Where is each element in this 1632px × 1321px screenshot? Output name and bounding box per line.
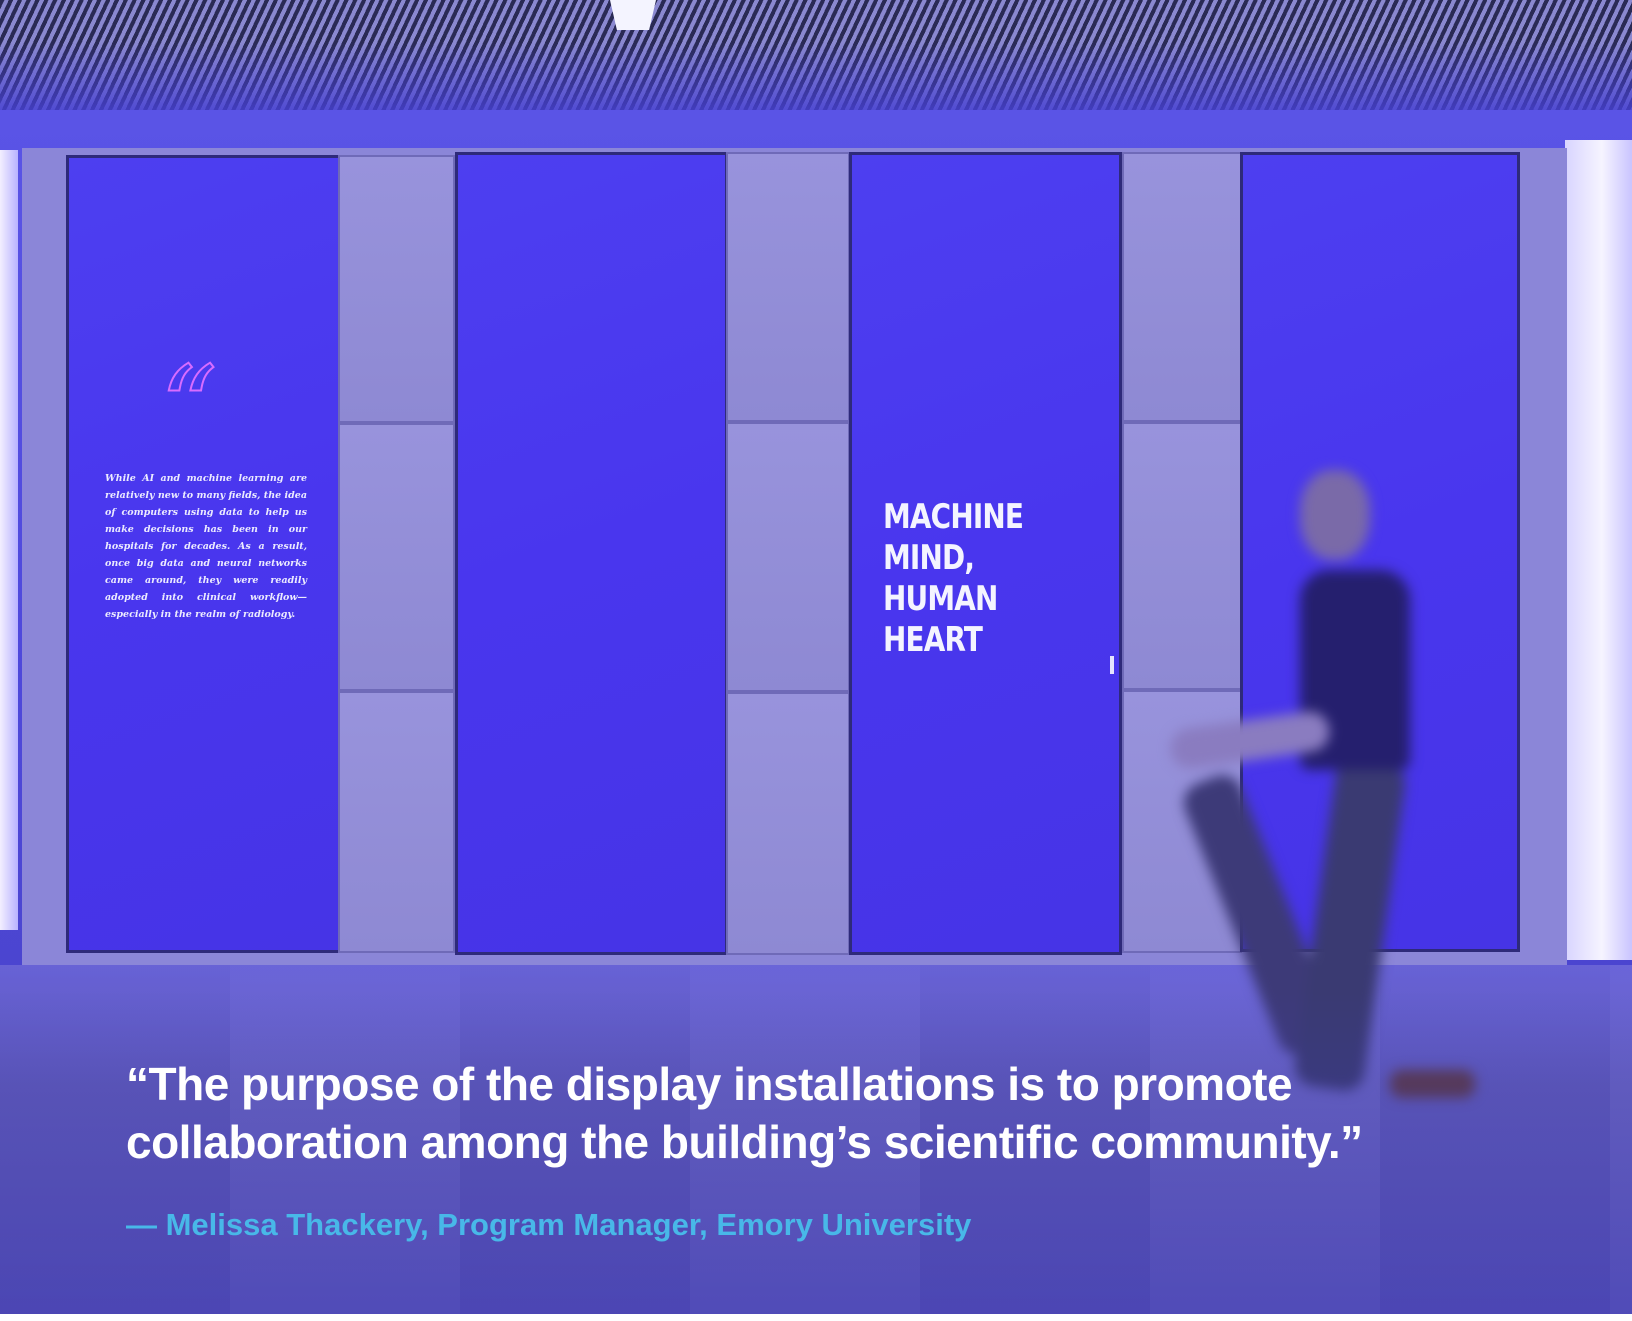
grey-panel-1-bottom <box>338 691 455 953</box>
grey-panel-1-mid <box>338 423 455 691</box>
screen-body-text: While AI and machine learning are relati… <box>105 473 307 620</box>
caption-attribution: — Melissa Thackery, Program Manager, Emo… <box>126 1207 972 1242</box>
bottom-border <box>0 1314 1632 1321</box>
grey-panel-3-top <box>1122 152 1242 422</box>
caption-quote: “The purpose of the display installation… <box>126 1058 1363 1168</box>
wall-light-left <box>0 150 18 930</box>
display-screen-2 <box>455 152 728 955</box>
screen-indicator <box>1110 656 1114 674</box>
quote-mark-icon: “ <box>159 343 218 473</box>
screen-title: MACHINE MIND, HUMAN HEART <box>883 497 1024 660</box>
ceiling-light <box>610 0 656 30</box>
wall-light-right <box>1565 140 1632 960</box>
person-head <box>1300 470 1370 560</box>
grey-panel-2-bottom <box>726 692 850 955</box>
photo-scene: “ While AI and machine learning are rela… <box>0 0 1632 1321</box>
grey-panel-2-top <box>726 152 850 422</box>
grey-panel-1-top <box>338 155 455 423</box>
ceiling-slats <box>0 0 1632 112</box>
grey-panel-2-mid <box>726 422 850 692</box>
